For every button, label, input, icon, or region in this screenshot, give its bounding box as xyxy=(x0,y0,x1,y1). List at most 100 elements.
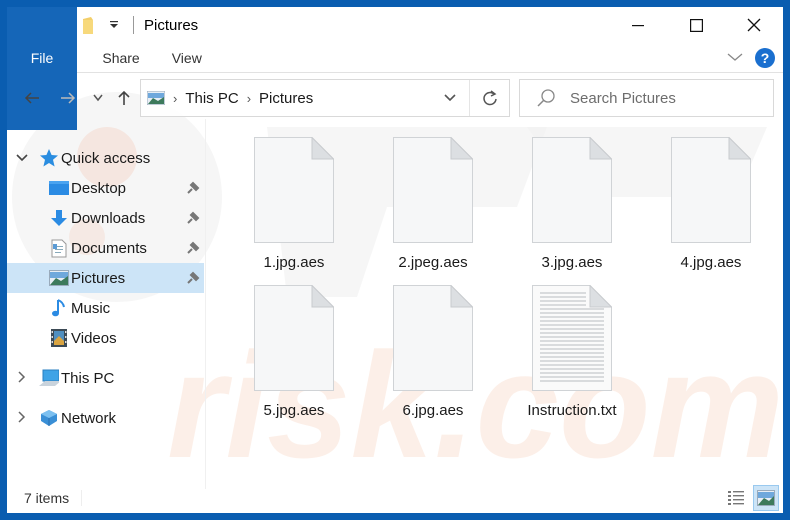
file-name: 3.jpg.aes xyxy=(541,254,603,271)
sidebar-item-network[interactable]: Network xyxy=(7,403,204,433)
sidebar-item-label: Videos xyxy=(71,329,117,347)
details-view-icon xyxy=(728,491,744,505)
sidebar-item-label: Pictures xyxy=(71,269,126,287)
sidebar-item-music[interactable]: Music xyxy=(7,293,204,323)
maximize-button[interactable] xyxy=(667,7,725,43)
desktop-icon xyxy=(49,178,69,198)
new-folder-icon[interactable] xyxy=(79,16,97,34)
file-name: 5.jpg.aes xyxy=(263,402,325,419)
search-icon xyxy=(537,89,555,107)
address-history-dropdown[interactable] xyxy=(435,80,465,116)
documents-icon xyxy=(49,238,69,258)
music-note-icon xyxy=(49,298,69,318)
text-file-icon xyxy=(532,285,612,391)
pin-icon[interactable] xyxy=(186,241,200,255)
blank-file-icon xyxy=(532,137,612,243)
breadcrumb-separator-icon[interactable]: › xyxy=(173,91,177,106)
breadcrumb-separator-icon[interactable]: › xyxy=(247,91,251,106)
blank-file-icon xyxy=(254,285,334,391)
maximize-icon xyxy=(689,18,703,32)
sidebar-item-pictures[interactable]: Pictures xyxy=(7,263,204,293)
help-button[interactable]: ? xyxy=(755,48,775,68)
search-box[interactable] xyxy=(519,79,774,117)
sidebar-item-quick-access[interactable]: Quick access xyxy=(7,143,204,173)
navigation-pane: Quick access Desktop Downloads Documents xyxy=(7,143,204,483)
search-input[interactable] xyxy=(570,89,750,107)
sidebar-item-desktop[interactable]: Desktop xyxy=(7,173,204,203)
sidebar-item-this-pc[interactable]: This PC xyxy=(7,363,204,393)
refresh-button[interactable] xyxy=(469,80,509,116)
expanded-chevron-icon[interactable] xyxy=(15,151,29,165)
arrow-up-icon xyxy=(118,90,130,105)
pin-icon[interactable] xyxy=(186,271,200,285)
file-item[interactable]: 3.jpg.aes xyxy=(507,137,637,282)
file-name: 1.jpg.aes xyxy=(263,254,325,271)
file-name: 6.jpg.aes xyxy=(402,402,464,419)
blank-file-icon xyxy=(393,285,473,391)
item-count: 7 items xyxy=(24,490,83,506)
title-bar: Pictures xyxy=(7,7,783,43)
tab-view[interactable]: View xyxy=(154,43,220,73)
pictures-location-icon xyxy=(147,91,165,105)
file-item[interactable]: 6.jpg.aes xyxy=(368,285,498,430)
status-bar: 7 items xyxy=(7,483,783,513)
sidebar-item-documents[interactable]: Documents xyxy=(7,233,204,263)
collapsed-chevron-icon[interactable] xyxy=(15,410,29,426)
pane-divider[interactable] xyxy=(205,119,206,489)
file-item[interactable]: Instruction.txt xyxy=(507,285,637,430)
large-icons-view-icon xyxy=(757,490,775,506)
close-button[interactable] xyxy=(725,7,783,43)
blank-file-icon xyxy=(671,137,751,243)
file-item[interactable]: 2.jpeg.aes xyxy=(368,137,498,282)
minimize-button[interactable] xyxy=(609,7,667,43)
details-view-button[interactable] xyxy=(723,485,749,511)
sidebar-item-label: This PC xyxy=(61,369,115,387)
sidebar-item-videos[interactable]: Videos xyxy=(7,323,204,353)
breadcrumb-pictures[interactable]: Pictures xyxy=(259,90,313,107)
sidebar-item-label: Music xyxy=(71,299,111,317)
file-item[interactable]: 4.jpg.aes xyxy=(646,137,776,282)
tab-share[interactable]: Share xyxy=(92,43,153,73)
file-explorer-window: risk.com Pictures File Share View ? › Th… xyxy=(7,7,783,513)
expand-ribbon-button[interactable] xyxy=(727,49,743,67)
pin-icon[interactable] xyxy=(186,211,200,225)
forward-button[interactable] xyxy=(57,87,79,109)
file-name: Instruction.txt xyxy=(527,402,617,419)
sidebar-item-downloads[interactable]: Downloads xyxy=(7,203,204,233)
window-title: Pictures xyxy=(144,16,199,34)
star-icon xyxy=(39,148,59,168)
sidebar-item-label: Quick access xyxy=(61,149,151,167)
chevron-down-icon xyxy=(727,53,743,61)
computer-icon xyxy=(39,368,59,388)
ribbon-tabs: File Home Share View ? xyxy=(7,7,783,130)
breadcrumb-this-pc[interactable]: This PC xyxy=(185,90,238,107)
file-item[interactable]: 1.jpg.aes xyxy=(229,137,359,282)
download-arrow-icon xyxy=(49,208,69,228)
refresh-icon xyxy=(482,90,497,106)
blank-file-icon xyxy=(254,137,334,243)
back-button[interactable] xyxy=(21,87,43,109)
blank-file-icon xyxy=(393,137,473,243)
chevron-down-icon xyxy=(93,94,103,102)
file-name: 2.jpeg.aes xyxy=(398,254,468,271)
file-name: 4.jpg.aes xyxy=(680,254,742,271)
window-controls xyxy=(609,7,783,43)
recent-locations-button[interactable] xyxy=(87,87,109,109)
sidebar-item-label: Network xyxy=(61,409,117,427)
large-icons-view-button[interactable] xyxy=(753,485,779,511)
pin-icon[interactable] xyxy=(186,181,200,195)
pictures-icon xyxy=(49,268,69,288)
address-bar[interactable]: › This PC › Pictures xyxy=(140,79,510,117)
up-button[interactable] xyxy=(113,87,135,109)
videos-icon xyxy=(49,328,69,348)
sidebar-item-label: Documents xyxy=(71,239,147,257)
sidebar-item-label: Downloads xyxy=(71,209,146,227)
customize-toolbar-dropdown-icon[interactable] xyxy=(105,16,123,34)
network-icon xyxy=(39,408,59,428)
file-item[interactable]: 5.jpg.aes xyxy=(229,285,359,430)
minimize-icon xyxy=(632,25,644,27)
chevron-down-icon xyxy=(444,94,456,102)
close-icon xyxy=(747,18,761,32)
collapsed-chevron-icon[interactable] xyxy=(15,370,29,386)
sidebar-item-label: Desktop xyxy=(71,179,127,197)
